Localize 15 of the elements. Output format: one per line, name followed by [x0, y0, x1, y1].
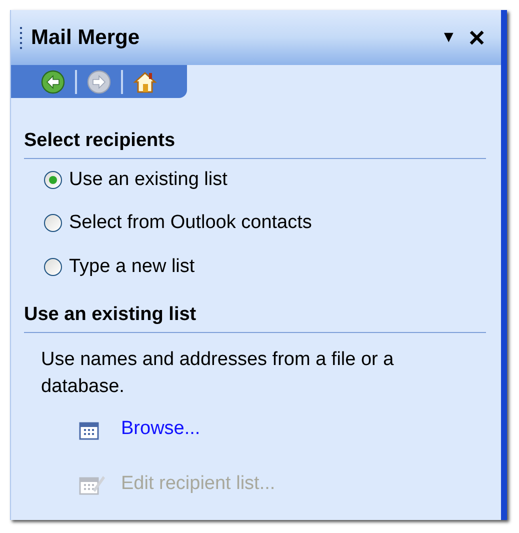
grip-icon[interactable]: [19, 26, 23, 50]
pane-title: Mail Merge: [31, 24, 140, 51]
menu-dropdown[interactable]: ▼: [436, 26, 461, 50]
section-heading: Use an existing list: [24, 301, 486, 332]
radio-label[interactable]: Type a new list: [69, 252, 195, 281]
task-link[interactable]: Browse...: [121, 414, 200, 443]
radio-button[interactable]: [44, 170, 62, 189]
radio-label[interactable]: Select from Outlook contacts: [69, 209, 312, 238]
close-button[interactable]: ×: [460, 24, 493, 52]
section-heading: Select recipients: [24, 127, 486, 158]
radio-label[interactable]: Use an existing list: [69, 166, 228, 194]
radio-button[interactable]: [44, 258, 62, 276]
radio-button[interactable]: [44, 214, 62, 232]
description-text: Use names and addresses from a file or a database.: [40, 348, 395, 398]
home-icon[interactable]: [133, 70, 157, 94]
